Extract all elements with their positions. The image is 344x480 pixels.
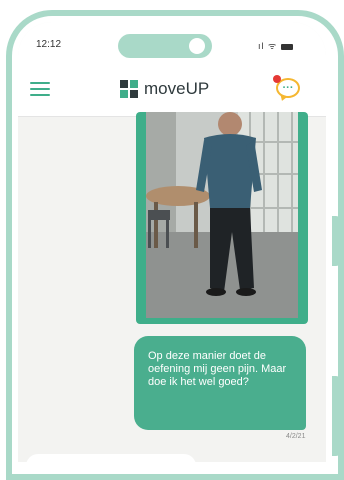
battery-icon xyxy=(280,43,293,50)
message-text: Op deze manier doet de oefening mij geen… xyxy=(148,350,287,388)
camera-dot xyxy=(189,38,205,54)
moveup-logo-icon xyxy=(120,80,138,98)
phone-side-button-lower xyxy=(332,376,340,456)
chat-dots: ··· xyxy=(282,81,294,94)
dynamic-island xyxy=(118,34,212,58)
video-message-bubble xyxy=(136,112,308,324)
chat-button[interactable]: ··· xyxy=(273,75,302,103)
brand-name: moveUP xyxy=(144,79,210,98)
message-timestamp: 4/2/21 xyxy=(286,433,306,440)
brand: moveUP xyxy=(120,78,209,100)
signal-icon: ıl xyxy=(258,41,265,51)
incoming-message-bubble xyxy=(26,454,196,462)
status-icons: ıl ᯤ xyxy=(258,39,293,52)
phone-screen: 12:12 ıl ᯤ moveUP ··· Op deze manier doe… xyxy=(18,22,326,462)
wifi-icon: ᯤ xyxy=(268,41,278,51)
status-bar: 12:12 ıl ᯤ xyxy=(18,22,326,60)
hamburger-icon[interactable] xyxy=(30,82,50,96)
phone-side-button xyxy=(332,216,340,266)
video-thumbnail[interactable] xyxy=(146,112,298,318)
app-header: moveUP ··· xyxy=(18,60,326,117)
video-scene xyxy=(146,112,298,318)
status-time: 12:12 xyxy=(36,39,62,50)
notification-dot xyxy=(273,75,281,83)
text-message-bubble: Op deze manier doet de oefening mij geen… xyxy=(134,336,306,430)
